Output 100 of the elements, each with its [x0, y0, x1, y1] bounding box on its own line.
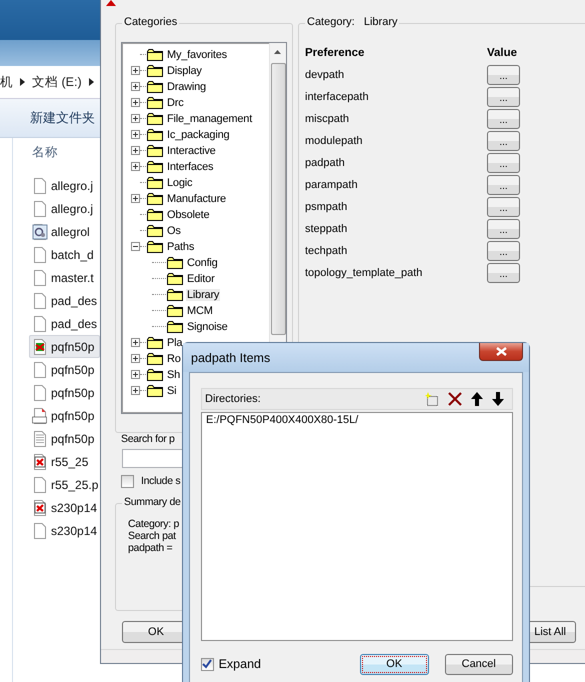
file-item[interactable]: s230p14 — [29, 496, 100, 519]
expand-icon[interactable] — [131, 386, 140, 396]
tree-item[interactable]: Interfaces — [166, 160, 214, 173]
column-header: Value — [487, 46, 518, 59]
browse-button[interactable]: ... — [487, 86, 520, 107]
file-item[interactable]: master.t — [29, 266, 100, 289]
tree-item[interactable]: Config — [186, 256, 219, 269]
tree-item[interactable]: Obsolete — [166, 208, 210, 221]
browse-button[interactable]: ... — [487, 64, 520, 85]
file-item[interactable]: s230p14 — [29, 519, 100, 542]
file-icon — [32, 270, 48, 286]
board-file-icon — [32, 500, 48, 516]
layout-file-icon — [32, 338, 48, 354]
tree-item[interactable]: Os — [166, 224, 182, 237]
folder-icon — [147, 176, 163, 189]
expand-icon[interactable] — [131, 354, 140, 364]
browse-button[interactable]: ... — [487, 240, 520, 261]
tree-item[interactable]: Manufacture — [166, 192, 227, 205]
expand-icon[interactable] — [131, 98, 140, 108]
tree-item[interactable]: Logic — [166, 176, 194, 189]
file-item[interactable]: r55_25 — [29, 450, 100, 473]
browse-button[interactable]: ... — [487, 152, 520, 173]
new-item-icon[interactable] — [425, 392, 439, 406]
preference-name: modulepath — [305, 134, 364, 147]
tree-item[interactable]: Display — [166, 64, 203, 77]
expand-icon[interactable] — [131, 338, 140, 348]
cancel-button[interactable]: Cancel — [444, 654, 513, 674]
file-item[interactable]: pqfn50p — [29, 358, 100, 381]
expand-icon[interactable] — [131, 66, 140, 76]
preference-name: steppath — [305, 222, 348, 235]
expand-icon[interactable] — [131, 146, 140, 156]
collapse-icon[interactable] — [131, 242, 140, 252]
folder-icon — [147, 128, 163, 141]
file-item[interactable]: allegrol — [29, 220, 100, 243]
browse-button[interactable]: ... — [487, 108, 520, 129]
file-item[interactable]: pqfn50p — [29, 381, 100, 404]
tree-item[interactable]: Library — [186, 288, 220, 301]
browse-button[interactable]: ... — [487, 262, 520, 283]
file-item[interactable]: pad_des — [29, 289, 100, 312]
expand-icon[interactable] — [131, 114, 140, 124]
dialog-title: padpath Items — [191, 350, 270, 364]
tree-item[interactable]: Signoise — [186, 320, 229, 333]
close-button[interactable] — [479, 343, 523, 361]
tree-item[interactable]: Si — [166, 384, 178, 397]
delete-icon[interactable] — [448, 392, 462, 406]
tree-item[interactable]: Interactive — [166, 144, 217, 157]
tree-item[interactable]: Paths — [166, 240, 196, 253]
new-folder-button[interactable]: 新建文件夹 — [30, 109, 95, 127]
group-label: Categories — [122, 16, 180, 28]
checkbox[interactable] — [201, 658, 214, 670]
browse-button[interactable]: ... — [487, 130, 520, 151]
tree-item[interactable]: Drc — [166, 96, 185, 109]
browse-button[interactable]: ... — [487, 218, 520, 239]
preference-name: psmpath — [305, 200, 348, 213]
file-item[interactable]: pqfn50p — [29, 427, 100, 450]
expand-icon[interactable] — [131, 82, 140, 92]
scroll-up-icon[interactable] — [274, 50, 281, 54]
file-icon — [32, 246, 48, 262]
file-item[interactable]: pqfn50p — [29, 335, 100, 358]
file-item[interactable]: batch_d — [29, 243, 100, 266]
down-arrow-icon[interactable] — [492, 392, 504, 406]
expand-icon[interactable] — [131, 162, 140, 172]
folder-icon — [167, 256, 183, 269]
browse-button[interactable]: ... — [487, 196, 520, 217]
tree-item[interactable]: Ic_packaging — [166, 128, 230, 141]
tree-item[interactable]: Sh — [166, 368, 182, 381]
folder-icon — [147, 160, 163, 173]
tree-item[interactable]: File_management — [166, 112, 254, 125]
tree-item[interactable]: MCM — [186, 304, 214, 317]
scroll-thumb[interactable] — [271, 62, 286, 335]
file-item[interactable]: pqfn50p — [29, 404, 100, 427]
file-item[interactable]: allegro.j — [29, 197, 100, 220]
directory-entry[interactable]: E:/PQFN50P400X400X80-15L/ — [206, 414, 358, 426]
expand-icon[interactable] — [131, 370, 140, 380]
expand-icon[interactable] — [131, 130, 140, 140]
breadcrumb-item[interactable]: 文档 (E:) — [32, 74, 82, 90]
folder-icon — [147, 240, 163, 253]
file-icon — [32, 384, 48, 400]
file-icon — [32, 362, 48, 378]
folder-icon — [147, 352, 163, 365]
checkbox[interactable] — [121, 474, 134, 488]
tree-item[interactable]: Ro — [166, 352, 182, 365]
preference-name: techpath — [305, 244, 348, 257]
file-item[interactable]: r55_25.p — [29, 473, 100, 496]
file-item[interactable]: allegro.j — [29, 174, 100, 197]
expand-icon[interactable] — [131, 194, 140, 204]
tree-item[interactable]: Pla — [166, 336, 184, 349]
breadcrumb-item[interactable]: 机 — [0, 74, 13, 90]
tree-item[interactable]: Editor — [186, 272, 216, 285]
column-header[interactable]: 名称 — [32, 144, 100, 174]
browse-button[interactable]: ... — [487, 174, 520, 195]
folder-icon — [147, 368, 163, 381]
chevron-icon — [20, 78, 25, 86]
tree-item[interactable]: Drawing — [166, 80, 207, 93]
tree-item[interactable]: My_favorites — [166, 48, 228, 61]
up-arrow-icon[interactable] — [471, 392, 483, 406]
ok-button[interactable]: OK — [360, 654, 428, 674]
app-icon — [106, 0, 116, 6]
file-item[interactable]: pad_des — [29, 312, 100, 335]
summary-line: Search pat — [128, 530, 177, 542]
